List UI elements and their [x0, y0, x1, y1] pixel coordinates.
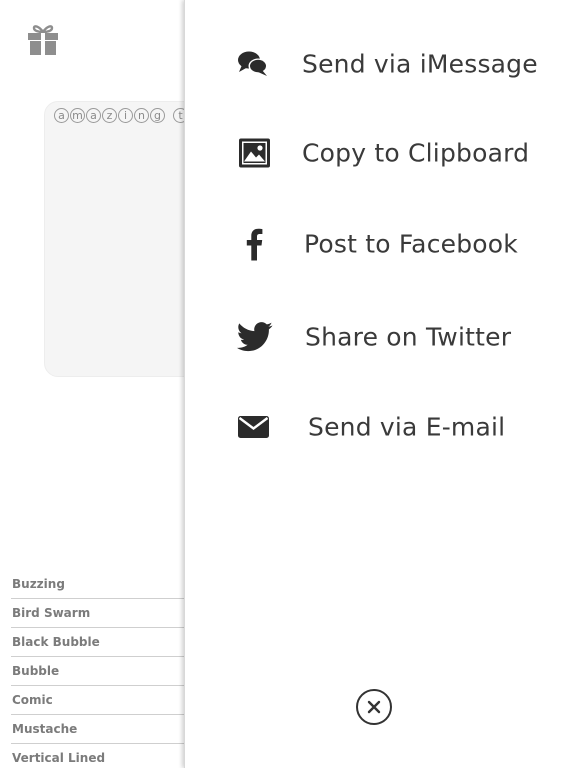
preview-char: n: [134, 108, 149, 123]
option-label: Share on Twitter: [305, 322, 512, 352]
send-via-imessage-button[interactable]: Send via iMessage: [185, 32, 576, 96]
style-item-vertical-lined[interactable]: Vertical Lined: [11, 744, 190, 768]
option-label: Copy to Clipboard: [302, 138, 530, 168]
preview-char: i: [118, 108, 133, 123]
style-item-mustache[interactable]: Mustache: [11, 715, 190, 744]
post-to-facebook-button[interactable]: Post to Facebook: [185, 212, 576, 276]
send-via-email-button[interactable]: Send via E-mail: [185, 395, 576, 459]
preview-text: a m a z i n g t: [54, 108, 188, 123]
style-item-bubble[interactable]: Bubble: [11, 657, 190, 686]
style-item-label: Bubble: [12, 664, 60, 678]
close-icon: [367, 700, 381, 714]
share-on-twitter-button[interactable]: Share on Twitter: [185, 305, 576, 369]
style-item-label: Black Bubble: [12, 635, 100, 649]
option-label: Post to Facebook: [304, 229, 518, 259]
envelope-icon: [238, 416, 269, 438]
preview-char: a: [86, 108, 101, 123]
style-item-label: Bird Swarm: [12, 606, 91, 620]
style-item-label: Mustache: [12, 722, 78, 736]
style-item-comic[interactable]: Comic: [11, 686, 190, 715]
style-item-bird-swarm[interactable]: Bird Swarm: [11, 599, 190, 628]
copy-to-clipboard-button[interactable]: Copy to Clipboard: [185, 121, 576, 185]
preview-char: a: [54, 108, 69, 123]
style-item-black-bubble[interactable]: Black Bubble: [11, 628, 190, 657]
style-item-label: Comic: [12, 693, 53, 707]
preview-char: m: [70, 108, 85, 123]
app-screen: a m a z i n g t Buzzing Bird Swarm Black…: [0, 0, 576, 768]
facebook-icon: [246, 228, 263, 261]
option-label: Send via iMessage: [302, 49, 538, 79]
style-item-label: Buzzing: [12, 577, 65, 591]
style-item-label: Vertical Lined: [12, 751, 106, 765]
option-label: Send via E-mail: [308, 412, 506, 442]
image-icon: [239, 138, 270, 168]
preview-char: z: [102, 108, 117, 123]
style-item-buzzing[interactable]: Buzzing: [11, 570, 190, 599]
close-button[interactable]: [356, 689, 392, 725]
twitter-bird-icon: [237, 322, 273, 352]
gift-icon[interactable]: [26, 24, 60, 56]
preview-char: g: [150, 108, 165, 123]
style-list: Buzzing Bird Swarm Black Bubble Bubble C…: [0, 570, 190, 768]
chat-bubbles-icon: [237, 49, 269, 79]
share-sheet: Send via iMessage Copy to Clipboard Post…: [184, 0, 576, 768]
